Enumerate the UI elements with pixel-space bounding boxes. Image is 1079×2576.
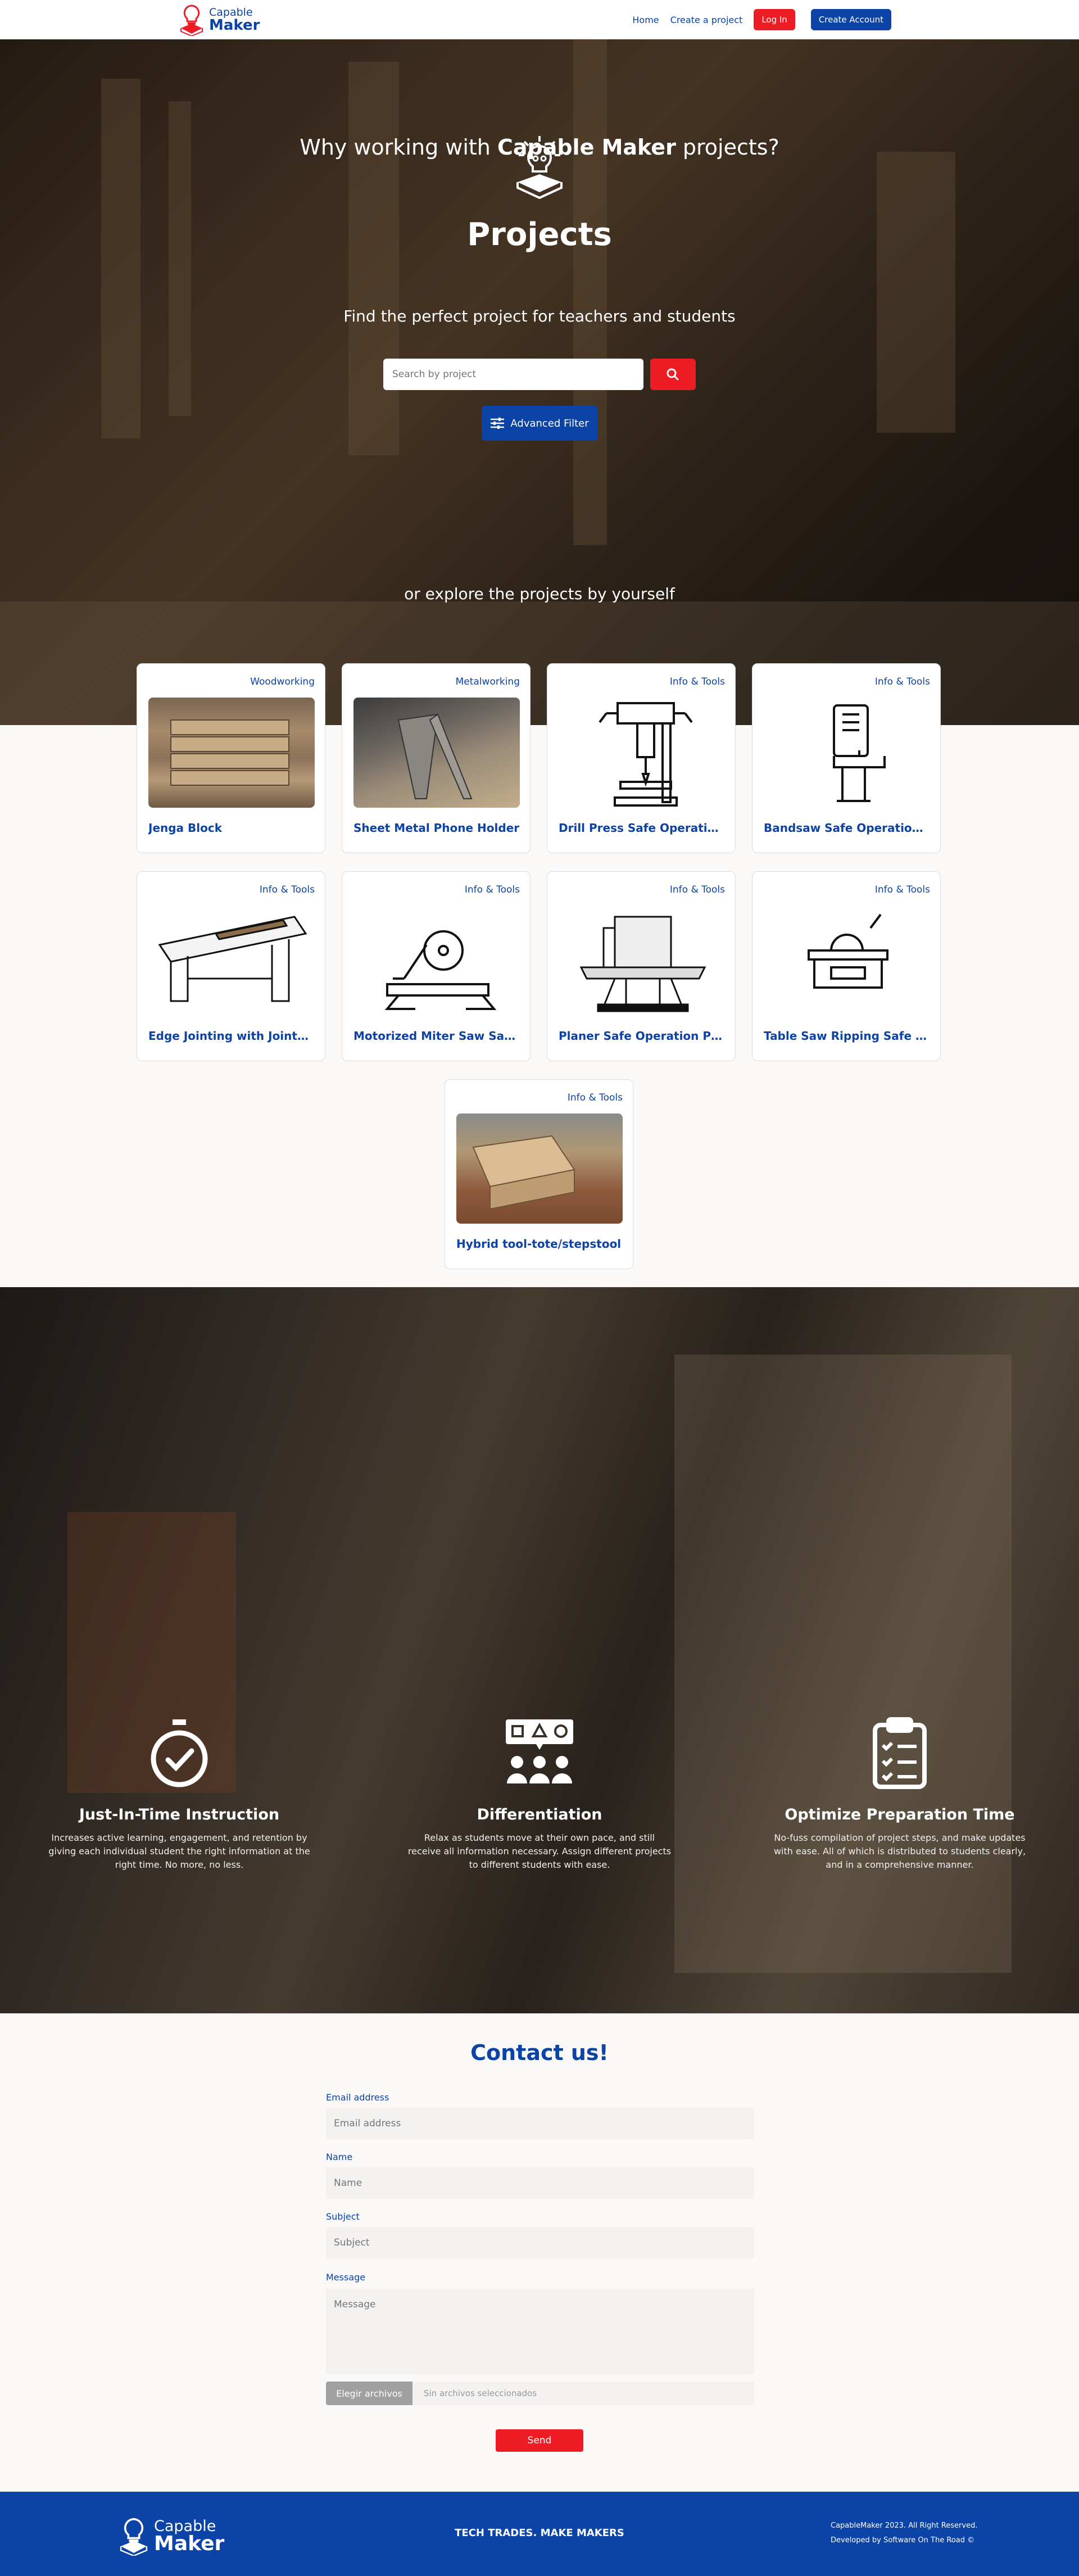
subject-field[interactable] bbox=[326, 2227, 754, 2258]
group-shapes-icon bbox=[506, 1719, 573, 1783]
message-field[interactable] bbox=[326, 2289, 754, 2374]
planer-icon bbox=[559, 906, 725, 1016]
feature-title: Just-In-Time Instruction bbox=[79, 1806, 280, 1823]
metal-phone-holder-photo bbox=[353, 698, 520, 808]
search-icon bbox=[667, 368, 679, 381]
search-button[interactable] bbox=[650, 359, 696, 390]
feature-preparation-time: Optimize Preparation Time No-fuss compil… bbox=[768, 1717, 1032, 1872]
brand-logo[interactable]: Capable Maker bbox=[179, 3, 260, 36]
page-title: Projects bbox=[467, 216, 612, 253]
clipboard-checklist-icon bbox=[873, 1717, 927, 1789]
card-category: Info & Tools bbox=[669, 884, 725, 895]
advanced-filter-button[interactable]: Advanced Filter bbox=[482, 406, 597, 441]
project-card-table-saw[interactable]: Info & Tools Table Saw Ripping Safe O... bbox=[752, 871, 941, 1061]
feature-title: Differentiation bbox=[477, 1806, 602, 1823]
why-title: Why working with Capable Maker projects? bbox=[0, 135, 1079, 160]
project-card-bandsaw[interactable]: Info & Tools Bandsaw Safe Operation ... bbox=[752, 663, 941, 853]
why-title-brand: Capable Maker bbox=[497, 135, 676, 160]
project-card-miter-saw[interactable]: Info & Tools Motorized Miter Saw Safe ..… bbox=[342, 871, 531, 1061]
contact-title: Contact us! bbox=[470, 2040, 609, 2065]
feature-differentiation: Differentiation Relax as students move a… bbox=[407, 1717, 672, 1872]
feature-title: Optimize Preparation Time bbox=[785, 1806, 1015, 1823]
tool-tote-photo bbox=[456, 1113, 623, 1224]
why-title-prefix: Why working with bbox=[300, 135, 497, 160]
hero-subtitle: Find the perfect project for teachers an… bbox=[343, 307, 736, 325]
project-card-tool-tote[interactable]: Info & Tools Hybrid tool-tote/stepstool bbox=[445, 1079, 633, 1269]
project-card-jenga-block[interactable]: Woodworking Jenga Block bbox=[137, 663, 325, 853]
card-category: Info & Tools bbox=[874, 676, 930, 687]
footer-brand-line1: Capable bbox=[154, 2517, 216, 2535]
login-button[interactable]: Log In bbox=[754, 9, 795, 30]
brand-line1: Capable bbox=[209, 6, 253, 19]
advanced-filter-label: Advanced Filter bbox=[510, 417, 589, 429]
bandsaw-icon bbox=[764, 698, 930, 808]
card-title: Motorized Miter Saw Safe ... bbox=[353, 1029, 520, 1043]
card-title: Table Saw Ripping Safe O... bbox=[764, 1029, 930, 1043]
project-card-jointer[interactable]: Info & Tools Edge Jointing with Jointer.… bbox=[137, 871, 325, 1061]
name-label: Name bbox=[326, 2152, 353, 2162]
logo-lightbulb-icon bbox=[120, 2518, 148, 2556]
jointer-icon bbox=[148, 906, 315, 1016]
feature-text: No-fuss compilation of project steps, an… bbox=[773, 1832, 1026, 1870]
why-section bbox=[0, 1287, 1079, 2013]
explore-heading: or explore the projects by yourself bbox=[404, 585, 675, 603]
footer-developed-by[interactable]: Developed by Software On The Road © bbox=[831, 2533, 977, 2548]
miter-saw-icon bbox=[353, 906, 520, 1016]
logo-lightbulb-icon bbox=[180, 4, 203, 36]
card-category: Info & Tools bbox=[669, 676, 725, 687]
why-title-suffix: projects? bbox=[675, 135, 779, 160]
stopwatch-icon bbox=[151, 1719, 208, 1787]
create-account-button[interactable]: Create Account bbox=[810, 9, 891, 30]
card-title: Bandsaw Safe Operation ... bbox=[764, 821, 930, 835]
card-title: Hybrid tool-tote/stepstool bbox=[456, 1237, 622, 1251]
table-saw-icon bbox=[764, 906, 930, 1016]
card-title: Planer Safe Operation Pro... bbox=[559, 1029, 725, 1043]
project-card-sheet-metal-phone-holder[interactable]: Metalworking Sheet Metal Phone Holder bbox=[342, 663, 531, 853]
card-category: Info & Tools bbox=[259, 884, 315, 895]
nav-home-link[interactable]: Home bbox=[632, 15, 659, 25]
brand-line2: Maker bbox=[209, 16, 260, 34]
wood-blocks-photo bbox=[148, 698, 315, 808]
card-title: Drill Press Safe Operation ... bbox=[559, 821, 725, 835]
choose-files-button[interactable]: Elegir archivos bbox=[326, 2382, 412, 2405]
project-card-drill-press[interactable]: Info & Tools Drill Press Safe Operation … bbox=[547, 663, 736, 853]
message-label: Message bbox=[326, 2272, 366, 2283]
email-label: Email address bbox=[326, 2092, 389, 2103]
drill-press-icon bbox=[559, 698, 725, 808]
card-title: Sheet Metal Phone Holder bbox=[353, 821, 520, 835]
top-navbar: Capable Maker Home Create a project Log … bbox=[0, 0, 1079, 39]
name-field[interactable] bbox=[326, 2167, 754, 2199]
footer-copyright-block: CapableMaker 2023. All Right Reserved. D… bbox=[831, 2519, 977, 2548]
filter-sliders-icon bbox=[491, 418, 505, 429]
project-search-input[interactable] bbox=[383, 359, 643, 390]
email-field[interactable] bbox=[326, 2108, 754, 2139]
footer-copyright: CapableMaker 2023. All Right Reserved. bbox=[831, 2521, 978, 2530]
card-category: Info & Tools bbox=[567, 1092, 623, 1103]
feature-text: Increases active learning, engagement, a… bbox=[48, 1832, 310, 1870]
card-title: Jenga Block bbox=[148, 821, 223, 835]
footer-brand-logo[interactable]: Capable Maker bbox=[118, 2516, 224, 2556]
card-category: Woodworking bbox=[250, 676, 315, 687]
feature-text: Relax as students move at their own pace… bbox=[407, 1832, 672, 1870]
footer-brand-line2: Maker bbox=[154, 2532, 225, 2555]
card-category: Info & Tools bbox=[874, 884, 930, 895]
feature-just-in-time: Just-In-Time Instruction Increases activ… bbox=[47, 1717, 311, 1872]
subject-label: Subject bbox=[326, 2211, 360, 2222]
project-card-planer[interactable]: Info & Tools Planer Safe Operation Pro..… bbox=[547, 871, 736, 1061]
send-button[interactable]: Send bbox=[496, 2429, 583, 2452]
nav-create-project-link[interactable]: Create a project bbox=[670, 15, 743, 25]
card-category: Info & Tools bbox=[464, 884, 520, 895]
card-category: Metalworking bbox=[455, 676, 520, 687]
file-status-text: Sin archivos seleccionados bbox=[412, 2382, 754, 2405]
card-title: Edge Jointing with Jointer... bbox=[148, 1029, 315, 1043]
